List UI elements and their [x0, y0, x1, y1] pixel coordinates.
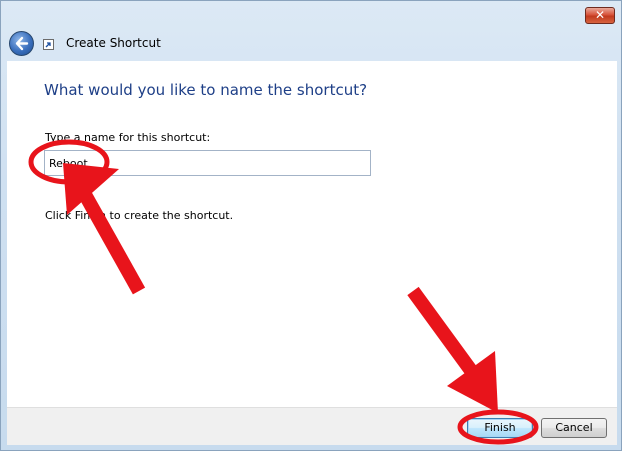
finish-hint: Click Finish to create the shortcut.: [45, 209, 234, 222]
close-icon: ✕: [594, 8, 606, 22]
wizard-content: What would you like to name the shortcut…: [7, 61, 617, 407]
back-button[interactable]: [9, 31, 34, 56]
close-button[interactable]: ✕: [585, 7, 615, 24]
page-heading: What would you like to name the shortcut…: [44, 81, 368, 99]
finish-button[interactable]: Finish: [467, 418, 533, 438]
window-title: Create Shortcut: [66, 36, 161, 50]
shortcut-arrow-icon: [43, 39, 54, 50]
button-bar: Finish Cancel: [7, 407, 617, 445]
shortcut-name-label: Type a name for this shortcut:: [45, 131, 211, 144]
shortcut-name-input[interactable]: [44, 150, 371, 176]
back-arrow-icon: [15, 36, 29, 51]
cancel-button[interactable]: Cancel: [541, 418, 607, 438]
create-shortcut-window: ✕ Create Shortcut What would you like to…: [0, 0, 622, 451]
